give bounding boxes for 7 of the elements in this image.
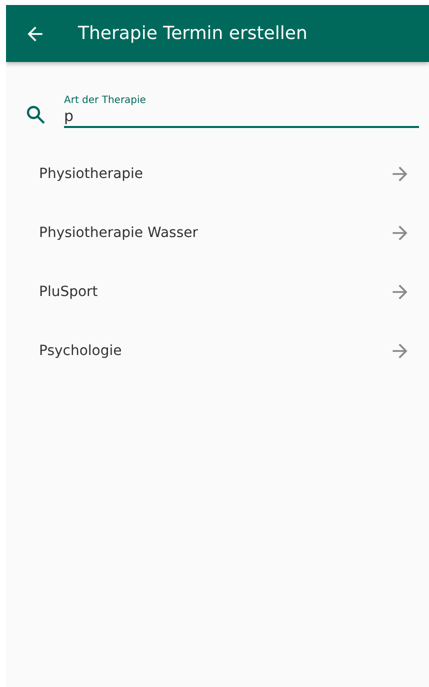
result-item[interactable]: PluSport — [6, 262, 429, 321]
search-field[interactable]: p — [64, 106, 419, 128]
result-item[interactable]: Physiotherapie — [6, 144, 429, 203]
field-label: Art der Therapie — [64, 95, 147, 106]
result-item[interactable]: Physiotherapie Wasser — [6, 203, 429, 262]
result-item[interactable]: Psychologie — [6, 321, 429, 380]
screen-title: Therapie Termin erstellen — [78, 23, 308, 44]
